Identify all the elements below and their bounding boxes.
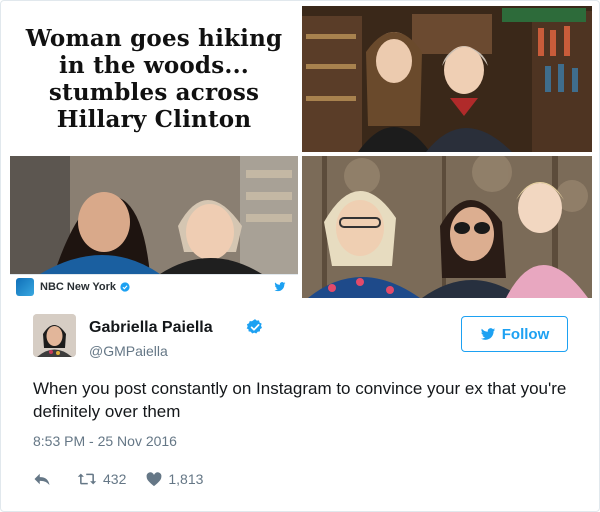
retweet-icon bbox=[77, 473, 97, 485]
embed-source-name: NBC New York bbox=[40, 280, 117, 293]
author-display-name[interactable]: Gabriella Paiella bbox=[89, 319, 213, 337]
tweet-card: Woman goes hiking in the woods... stumbl… bbox=[0, 0, 600, 512]
collage-caption-tile: Woman goes hiking in the woods... stumbl… bbox=[10, 6, 298, 152]
bookstore-photo bbox=[302, 6, 592, 152]
retweet-count: 432 bbox=[103, 471, 127, 487]
tweet-timestamp[interactable]: 8:53 PM - 25 Nov 2016 bbox=[33, 433, 177, 449]
verified-badge-icon bbox=[246, 319, 262, 334]
follow-button[interactable]: Follow bbox=[461, 316, 568, 352]
reply-button[interactable] bbox=[33, 471, 57, 487]
collage-photo-woods bbox=[302, 156, 592, 298]
woods-photo bbox=[302, 156, 592, 298]
shop-photo bbox=[10, 156, 298, 274]
photo-collage[interactable]: Woman goes hiking in the woods... stumbl… bbox=[10, 6, 592, 298]
reply-icon bbox=[34, 473, 50, 485]
collage-headline: Woman goes hiking in the woods... stumbl… bbox=[25, 25, 283, 133]
like-button[interactable]: 1,813 bbox=[146, 471, 203, 487]
nbc-logo-icon bbox=[16, 277, 34, 296]
avatar[interactable] bbox=[33, 314, 76, 357]
tweet-actions: 432 1,813 bbox=[33, 467, 223, 491]
collage-photo-bookstore bbox=[302, 6, 592, 152]
verified-badge-icon bbox=[120, 281, 130, 292]
tweet-text: When you post constantly on Instagram to… bbox=[33, 379, 567, 421]
twitter-bird-icon bbox=[274, 282, 286, 292]
avatar-image bbox=[33, 314, 76, 357]
retweet-button[interactable]: 432 bbox=[77, 471, 126, 487]
twitter-bird-icon bbox=[480, 327, 495, 340]
like-count: 1,813 bbox=[168, 471, 204, 487]
nbc-embed-footer[interactable]: NBC New York bbox=[10, 274, 298, 298]
author-handle[interactable]: @GMPaiella bbox=[89, 343, 168, 359]
heart-icon bbox=[146, 471, 162, 486]
follow-label: Follow bbox=[501, 325, 550, 343]
collage-photo-nbc-embed[interactable]: NBC New York bbox=[10, 156, 298, 298]
